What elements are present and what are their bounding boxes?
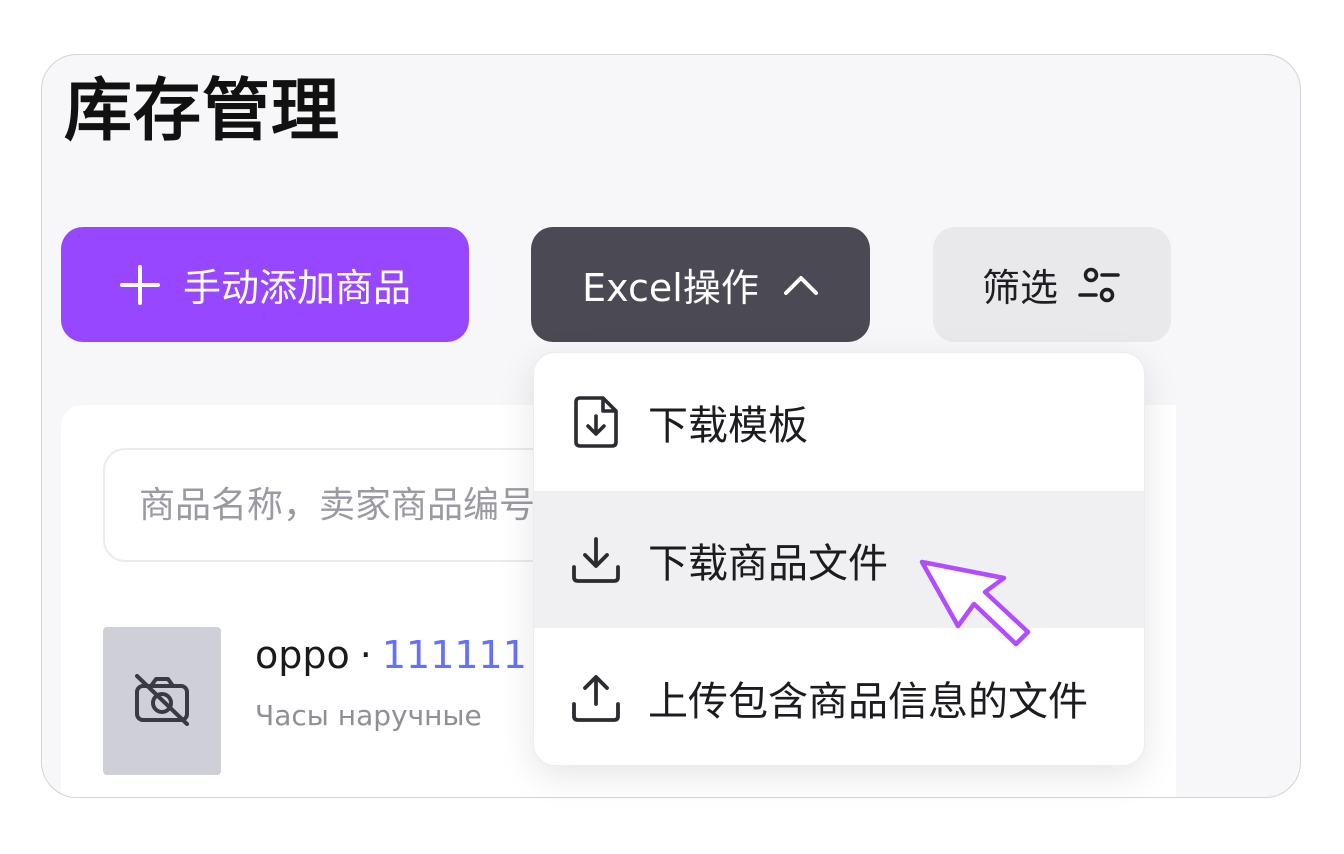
menu-item-label: 上传包含商品信息的文件 (648, 678, 1088, 725)
menu-item-label: 下载模板 (648, 402, 808, 449)
product-category: Часы наручные (255, 699, 482, 732)
download-icon (570, 535, 622, 585)
no-image-camera-icon (131, 672, 193, 730)
upload-icon (570, 672, 622, 724)
menu-item-download-template[interactable]: 下载模板 (534, 353, 1144, 490)
excel-operations-menu: 下载模板 下载商品文件 上传包含商品信息的文件 (533, 352, 1145, 766)
add-product-label: 手动添加商品 (182, 266, 411, 310)
product-separator: · (359, 633, 372, 677)
menu-item-upload-products[interactable]: 上传包含商品信息的文件 (534, 629, 1144, 765)
filter-button[interactable]: 筛选 (933, 227, 1171, 342)
page-title: 库存管理 (64, 72, 341, 151)
chevron-up-icon (783, 273, 819, 297)
product-thumbnail (103, 627, 221, 775)
product-name: oppo (255, 633, 350, 677)
file-download-icon (570, 394, 622, 450)
menu-item-download-products[interactable]: 下载商品文件 (534, 491, 1144, 628)
excel-operations-button[interactable]: Excel操作 (531, 227, 870, 342)
add-product-manually-button[interactable]: 手动添加商品 (61, 227, 469, 342)
menu-item-label: 下载商品文件 (648, 540, 888, 587)
plus-icon (119, 264, 161, 306)
product-title: oppo · 111111 (255, 633, 527, 677)
filter-label: 筛选 (981, 266, 1058, 310)
excel-operations-label: Excel操作 (582, 266, 759, 310)
filter-sliders-icon (1076, 265, 1122, 305)
pointer-cursor-icon (918, 556, 1034, 652)
product-sku-link[interactable]: 111111 (382, 633, 527, 677)
